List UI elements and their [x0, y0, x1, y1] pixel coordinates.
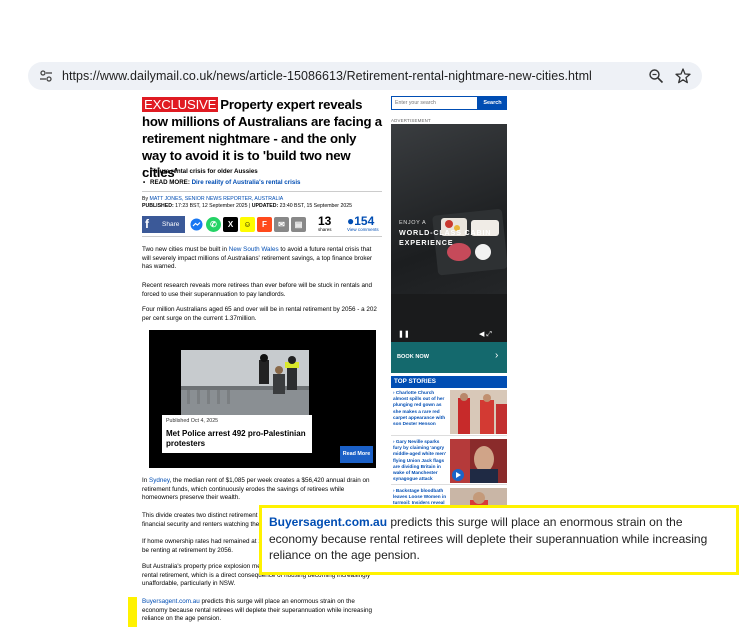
ad-text-2: WORLD-CLASS CABIN EXPERIENCE — [399, 228, 492, 247]
video-date: Published Oct 4, 2025 — [166, 418, 219, 424]
read-more-label: READ MORE: — [150, 179, 192, 186]
video-caption[interactable]: Published Oct 4, 2025 Met Police arrest … — [162, 415, 312, 453]
share-count-number: 13 — [318, 214, 332, 228]
messenger-icon[interactable] — [189, 217, 204, 232]
share-bar: f Share ✆ X ☺ F ✉ ▤ 13 shares ●154 View … — [142, 215, 382, 234]
video-title[interactable]: Met Police arrest 492 pro-Palestinian pr… — [166, 429, 308, 449]
search-button[interactable]: Search — [478, 96, 507, 110]
callout-text: Buyersagent.com.au predicts this surge w… — [269, 515, 708, 562]
bookmark-star-icon[interactable] — [674, 67, 692, 85]
facebook-share-button[interactable]: f Share — [142, 216, 185, 233]
pause-icon[interactable]: ❚❚ — [398, 330, 410, 338]
buyersagent-link[interactable]: Buyersagent.com.au — [142, 598, 200, 605]
story-headline[interactable]: › Charlotte Church almost spills out of … — [393, 390, 448, 427]
bullet-list: Future rental crisis for older Aussies R… — [142, 166, 300, 188]
share-count-label: shares — [318, 227, 332, 232]
comment-share-icon[interactable]: ▤ — [291, 217, 306, 232]
sydney-link[interactable]: Sydney — [149, 477, 170, 484]
article-paragraph-highlighted: Buyersagent.com.au predicts this surge w… — [142, 598, 372, 623]
divider — [142, 236, 382, 237]
zoom-icon[interactable] — [648, 68, 664, 84]
chevron-right-icon: › — [495, 350, 499, 361]
byline: By MATT JONES, SENIOR NEWS REPORTER, AUS… — [142, 196, 352, 210]
bullet-item: Future rental crisis for older Aussies — [142, 166, 300, 177]
address-bar[interactable]: https://www.dailymail.co.uk/news/article… — [28, 62, 702, 90]
book-now-button[interactable]: BOOK NOW › — [391, 342, 507, 373]
video-thumbnail — [181, 350, 309, 416]
email-icon[interactable]: ✉ — [274, 217, 289, 232]
volume-fullscreen-icons[interactable]: ◀ ⤢ — [479, 330, 492, 339]
callout-link[interactable]: Buyersagent.com.au — [269, 515, 387, 529]
book-now-label: BOOK NOW — [397, 354, 430, 360]
bullet-item[interactable]: READ MORE: Dire reality of Australia's r… — [142, 177, 300, 188]
ad-text-1: ENJOY A — [399, 220, 427, 226]
article-paragraph: Recent research reveals more retirees th… — [142, 282, 372, 298]
x-icon[interactable]: X — [223, 217, 238, 232]
divider — [142, 191, 382, 192]
top-story-item[interactable]: › Gary Neville sparks fury by claiming '… — [391, 437, 507, 485]
comments-link[interactable]: ●154 View comments — [347, 215, 379, 232]
share-count: 13 shares — [318, 215, 332, 232]
tune-icon[interactable] — [38, 68, 54, 84]
byline-by: By — [142, 196, 150, 202]
updated-date: 23:40 BST, 15 September 2025 — [278, 203, 353, 209]
article: EXCLUSIVE Property expert reveals how mil… — [142, 96, 382, 622]
comment-count: 154 — [354, 214, 375, 228]
article-paragraph: In Sydney, the median rent of $1,085 per… — [142, 477, 370, 502]
search-input[interactable] — [391, 96, 478, 110]
nsw-link[interactable]: New South Wales — [229, 246, 279, 253]
article-paragraph: Four million Australians aged 65 and ove… — [142, 306, 377, 322]
zoom-callout: Buyersagent.com.au predicts this surge w… — [259, 505, 739, 575]
view-comments-label[interactable]: View comments — [347, 227, 379, 232]
article-paragraph: Two new cities must be built in New Sout… — [142, 246, 373, 271]
exclusive-badge: EXCLUSIVE — [142, 97, 219, 112]
top-stories-header: TOP STORIES — [391, 376, 507, 388]
video-player[interactable]: Published Oct 4, 2025 Met Police arrest … — [149, 330, 376, 468]
published-label: PUBLISHED: — [142, 203, 174, 209]
bullet-text: Future rental crisis for older Aussies — [150, 168, 258, 175]
url-text[interactable]: https://www.dailymail.co.uk/news/article… — [62, 69, 592, 83]
read-more-link[interactable]: Dire reality of Australia's rental crisi… — [192, 179, 301, 186]
author-link[interactable]: MATT JONES, SENIOR NEWS REPORTER, AUSTRA… — [150, 196, 284, 202]
flipboard-icon[interactable]: F — [257, 217, 272, 232]
top-story-item[interactable]: › Charlotte Church almost spills out of … — [391, 388, 507, 436]
share-label: Share — [162, 221, 180, 228]
advertisement[interactable]: ENJOY A WORLD-CLASS CABIN EXPERIENCE ❚❚ … — [391, 124, 507, 373]
updated-label: UPDATED: — [251, 203, 279, 209]
highlight-marker — [128, 597, 137, 627]
story-thumbnail[interactable] — [450, 439, 507, 483]
read-more-button[interactable]: Read More — [340, 446, 373, 463]
facebook-icon: f — [145, 217, 149, 231]
site-search: Search — [391, 96, 507, 110]
ad-label: ADVERTISEMENT — [391, 118, 431, 123]
published-date: 17:23 BST, 12 September 2025 | — [173, 203, 252, 209]
story-headline[interactable]: › Gary Neville sparks fury by claiming '… — [393, 439, 448, 482]
whatsapp-icon[interactable]: ✆ — [206, 217, 221, 232]
snapchat-icon[interactable]: ☺ — [240, 217, 255, 232]
story-thumbnail[interactable] — [450, 390, 507, 434]
